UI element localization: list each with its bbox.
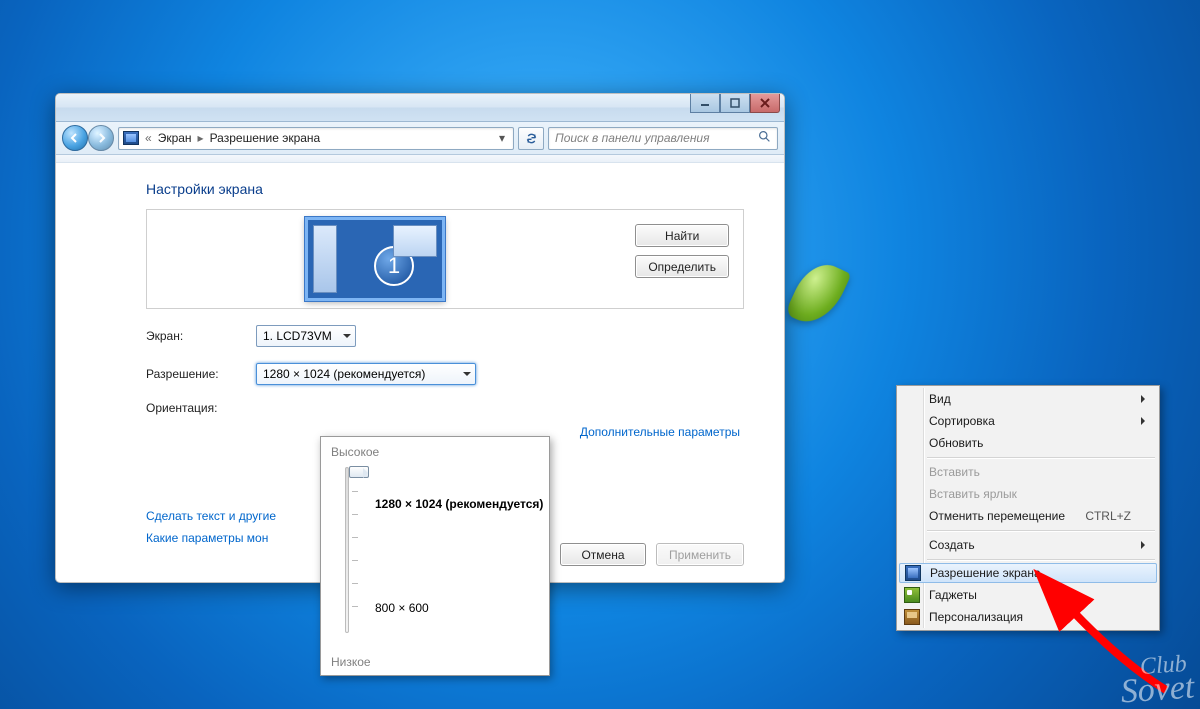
breadcrumb-root[interactable]: Экран — [158, 131, 192, 145]
page-title: Настройки экрана — [146, 181, 744, 197]
identify-button[interactable]: Определить — [635, 255, 729, 278]
resolution-combo[interactable]: 1280 × 1024 (рекомендуется) — [256, 363, 476, 385]
detect-button[interactable]: Найти — [635, 224, 729, 247]
display-combo[interactable]: 1. LCD73VM — [256, 325, 356, 347]
ctx-separator — [927, 457, 1155, 458]
display-label: Экран: — [146, 329, 256, 343]
ctx-gadgets[interactable]: Гаджеты — [899, 584, 1157, 606]
watermark: Club Sovet — [1119, 654, 1196, 705]
breadcrumb-arrow-icon: ▸ — [198, 131, 204, 145]
ctx-separator — [927, 559, 1155, 560]
apply-button: Применить — [656, 543, 744, 566]
ctx-undo-move[interactable]: Отменить перемещение CTRL+Z — [899, 505, 1157, 527]
search-placeholder: Поиск в панели управления — [555, 131, 710, 145]
ctx-separator — [927, 530, 1155, 531]
back-button[interactable] — [62, 125, 88, 151]
control-panel-icon — [123, 131, 139, 145]
gadgets-icon — [904, 587, 920, 603]
resolution-label: Разрешение: — [146, 367, 256, 381]
ctx-screen-resolution[interactable]: Разрешение экрана — [899, 563, 1157, 583]
slider-high-label: Высокое — [331, 445, 539, 459]
resolution-slider-popup: Высокое 1280 × 1024 (рекомендуется) 800 … — [320, 436, 550, 676]
search-input[interactable]: Поиск в панели управления — [548, 127, 778, 150]
submenu-arrow-icon — [1141, 541, 1149, 549]
monitor-preview[interactable]: 1 — [305, 217, 445, 301]
ctx-personalize[interactable]: Персонализация — [899, 606, 1157, 628]
personalize-icon — [904, 609, 920, 625]
submenu-arrow-icon — [1141, 417, 1149, 425]
resolution-slider-track[interactable] — [345, 467, 349, 633]
address-dropdown-icon[interactable]: ▾ — [495, 131, 509, 145]
display-number-badge: 1 — [374, 246, 414, 286]
navigation-bar: « Экран ▸ Разрешение экрана ▾ Поиск в па… — [56, 122, 784, 155]
address-bar[interactable]: « Экран ▸ Разрешение экрана ▾ — [118, 127, 514, 150]
ctx-undo-shortcut: CTRL+Z — [1085, 509, 1131, 523]
breadcrumb-separator: « — [145, 131, 152, 145]
orientation-label: Ориентация: — [146, 401, 256, 415]
maximize-button[interactable] — [720, 94, 750, 113]
ctx-create[interactable]: Создать — [899, 534, 1157, 556]
cancel-button[interactable]: Отмена — [560, 543, 646, 566]
resolution-slider-thumb[interactable] — [349, 466, 369, 478]
ctx-paste: Вставить — [899, 461, 1157, 483]
desktop-context-menu: Вид Сортировка Обновить Вставить Вставит… — [896, 385, 1160, 631]
submenu-arrow-icon — [1141, 395, 1149, 403]
desktop-leaf-decoration — [785, 256, 852, 333]
ctx-paste-shortcut: Вставить ярлык — [899, 483, 1157, 505]
toolbar-strip — [56, 155, 784, 163]
advanced-settings-link[interactable]: Дополнительные параметры — [580, 425, 740, 439]
ctx-view[interactable]: Вид — [899, 388, 1157, 410]
ctx-sort[interactable]: Сортировка — [899, 410, 1157, 432]
window-titlebar[interactable] — [56, 94, 784, 122]
close-button[interactable] — [750, 94, 780, 113]
slider-top-value: 1280 × 1024 (рекомендуется) — [375, 497, 543, 511]
slider-low-label: Низкое — [331, 655, 371, 669]
breadcrumb-page[interactable]: Разрешение экрана — [210, 131, 321, 145]
screen-icon — [905, 565, 921, 581]
minimize-button[interactable] — [690, 94, 720, 113]
display-combo-value: 1. LCD73VM — [263, 329, 332, 343]
refresh-button[interactable] — [518, 127, 544, 150]
slider-bottom-value: 800 × 600 — [375, 601, 429, 615]
resolution-combo-value: 1280 × 1024 (рекомендуется) — [263, 367, 425, 381]
ctx-refresh[interactable]: Обновить — [899, 432, 1157, 454]
display-preview-box: 1 Найти Определить — [146, 209, 744, 309]
forward-button[interactable] — [88, 125, 114, 151]
search-icon — [758, 130, 771, 146]
